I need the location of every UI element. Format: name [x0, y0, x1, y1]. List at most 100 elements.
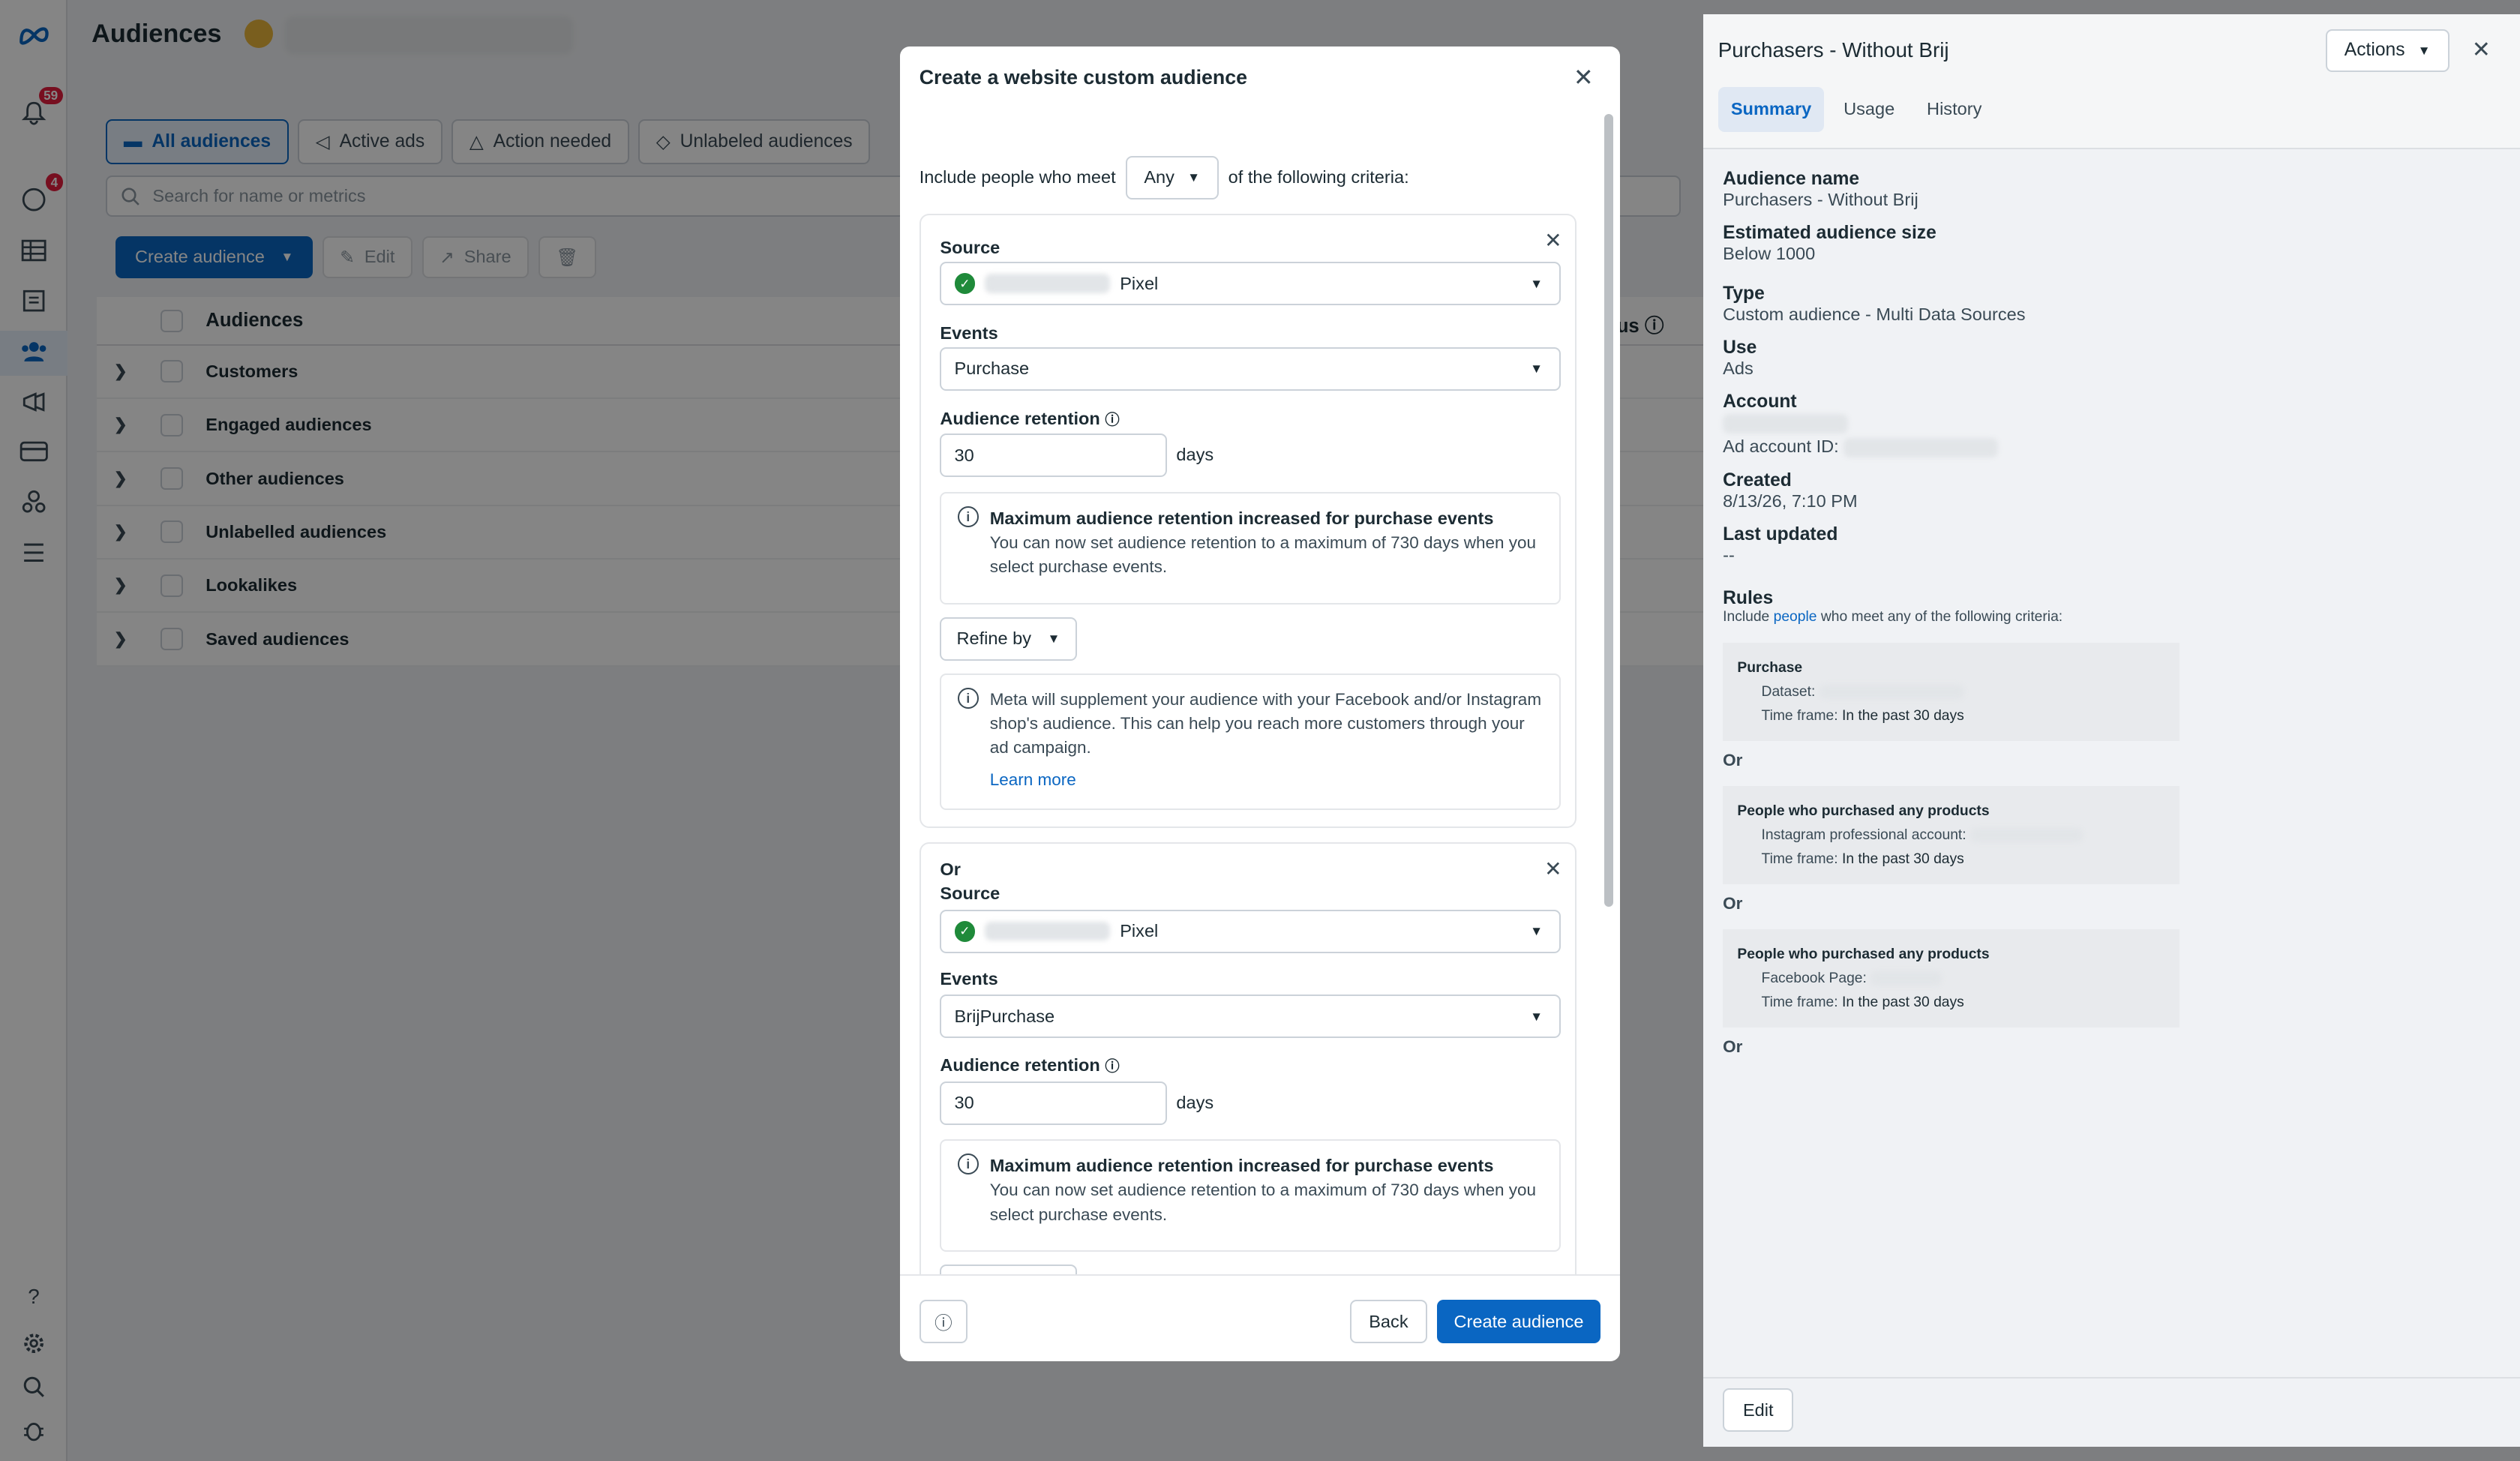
info-icon[interactable]: ⓘ [1105, 1059, 1119, 1075]
panel-body: Audience name Purchasers - Without Brij … [1703, 149, 2520, 1076]
caret-down-icon: ▼ [1530, 923, 1544, 939]
supplement-text: Meta will supplement your audience with … [989, 689, 1542, 758]
notice-body: You can now set audience retention to a … [989, 532, 1537, 576]
use-label: Use [1723, 337, 1757, 358]
caret-down-icon: ▼ [1530, 1008, 1544, 1024]
or-separator: Or [1723, 894, 1743, 913]
caret-down-icon: ▼ [1187, 170, 1201, 185]
notice-body: You can now set audience retention to a … [989, 1180, 1537, 1224]
question-icon: ⓘ [934, 1313, 952, 1334]
retention-label: Audience retention ⓘ [940, 1054, 1119, 1076]
dialog-footer: ⓘ Back Create audience [900, 1274, 1620, 1361]
rule-timeframe: In the past 30 days [1841, 850, 1964, 867]
panel-title: Purchasers - Without Brij [1718, 38, 1949, 62]
retention-notice: i Maximum audience retention increased f… [940, 491, 1561, 604]
refine-by-button[interactable]: Refine by ▼ [940, 1264, 1077, 1275]
source-select[interactable]: ✓ Pixel ▼ [940, 909, 1561, 953]
remove-criteria-icon[interactable]: ✕ [1544, 856, 1562, 881]
rules-suffix: who meet any of the following criteria: [1820, 608, 2063, 625]
audience-size-label: Estimated audience size [1723, 223, 1936, 244]
criteria-suffix: of the following criteria: [1228, 167, 1409, 188]
events-value: Purchase [954, 358, 1030, 379]
rule-timeframe-label: Time frame: [1761, 994, 1838, 1010]
use-value: Ads [1723, 358, 1754, 378]
events-select[interactable]: BrijPurchase ▼ [940, 994, 1561, 1039]
actions-label: Actions [2344, 40, 2405, 61]
close-icon[interactable]: ✕ [2472, 37, 2491, 63]
rule-card: People who purchased any products Instag… [1723, 786, 2180, 885]
rule-card: Purchase Dataset: Time frame: In the pas… [1723, 643, 2180, 742]
redacted-instagram-account [1970, 828, 2083, 843]
account-label: Account [1723, 392, 1797, 412]
or-separator: Or [1723, 751, 1743, 770]
info-icon[interactable]: ⓘ [1105, 412, 1119, 428]
create-custom-audience-dialog: Create a website custom audience ✕ Inclu… [900, 46, 1620, 1361]
tab-history[interactable]: History [1914, 87, 1995, 132]
rules-prefix: Include [1723, 608, 1770, 625]
ad-account-id: Ad account ID: [1723, 436, 2500, 458]
audience-name-label: Audience name [1723, 168, 1860, 189]
actions-button[interactable]: Actions ▼ [2325, 28, 2450, 73]
days-label: days [1176, 445, 1214, 465]
retention-days-input[interactable]: 30 [940, 1081, 1167, 1125]
type-value: Custom audience - Multi Data Sources [1723, 304, 2026, 324]
criteria-prefix: Include people who meet [919, 167, 1116, 188]
redacted-ad-account-id [1844, 437, 1998, 458]
created-value: 8/13/26, 7:10 PM [1723, 490, 1858, 511]
or-label: Or [940, 860, 961, 880]
info-icon: i [957, 687, 979, 709]
tab-usage[interactable]: Usage [1831, 87, 1907, 132]
remove-criteria-icon[interactable]: ✕ [1544, 228, 1562, 253]
edit-audience-button[interactable]: Edit [1723, 1388, 1794, 1432]
people-link[interactable]: people [1774, 609, 1817, 625]
redacted-dataset [1819, 685, 1964, 700]
caret-down-icon: ▼ [1530, 361, 1544, 376]
events-value: BrijPurchase [954, 1006, 1055, 1026]
retention-label-text: Audience retention [940, 409, 1100, 429]
notice-title: Maximum audience retention increased for… [989, 508, 1494, 528]
back-button[interactable]: Back [1350, 1300, 1427, 1344]
dialog-title: Create a website custom audience [919, 65, 1248, 88]
events-label: Events [940, 322, 998, 343]
redacted-pixel-name [985, 274, 1111, 293]
tab-summary[interactable]: Summary [1718, 86, 1825, 132]
match-type-value: Any [1144, 167, 1174, 188]
checkmark-icon: ✓ [954, 273, 976, 294]
rule-card: People who purchased any products Facebo… [1723, 929, 2180, 1028]
retention-days-input[interactable]: 30 [940, 434, 1167, 478]
source-label: Source [940, 884, 1000, 904]
criteria-card: Or ✕ Source ✓ Pixel ▼ Events BrijPurchas… [919, 842, 1577, 1275]
help-button[interactable]: ⓘ [919, 1300, 968, 1344]
source-select[interactable]: ✓ Pixel ▼ [940, 262, 1561, 305]
create-audience-submit-button[interactable]: Create audience [1436, 1300, 1601, 1344]
rule-timeframe-label: Time frame: [1761, 707, 1838, 724]
close-icon[interactable]: ✕ [1574, 63, 1594, 92]
rule-timeframe: In the past 30 days [1841, 707, 1964, 724]
rules-description: Include people who meet any of the follo… [1723, 609, 2500, 626]
refine-by-button[interactable]: Refine by ▼ [940, 616, 1077, 661]
criteria-card: Source ✕ ✓ Pixel ▼ Events Purchase ▼ Aud… [919, 213, 1577, 828]
account-value [1723, 412, 2500, 434]
caret-down-icon: ▼ [1530, 275, 1544, 291]
info-icon: i [957, 506, 979, 527]
match-type-select[interactable]: Any ▼ [1125, 155, 1219, 200]
last-updated-label: Last updated [1723, 524, 1838, 544]
rule-timeframe-label: Time frame: [1761, 850, 1838, 867]
retention-notice: i Maximum audience retention increased f… [940, 1139, 1561, 1252]
type-label: Type [1723, 283, 1765, 304]
events-label: Events [940, 968, 998, 988]
ad-account-label: Ad account ID: [1723, 436, 1839, 457]
source-label: Source [940, 237, 1000, 257]
notice-title: Maximum audience retention increased for… [989, 1156, 1494, 1176]
caret-down-icon: ▼ [2417, 42, 2431, 58]
panel-footer: Edit [1703, 1377, 2520, 1447]
created-label: Created [1723, 470, 1792, 490]
panel-header: Purchasers - Without Brij Actions ▼ ✕ Su… [1703, 14, 2520, 150]
rule-title: People who purchased any products [1737, 946, 1990, 962]
rules-label: Rules [1723, 587, 1774, 608]
events-select[interactable]: Purchase ▼ [940, 346, 1561, 391]
days-label: days [1176, 1092, 1214, 1112]
retention-label: Audience retention ⓘ [940, 408, 1119, 429]
audience-name-value: Purchasers - Without Brij [1723, 189, 1918, 209]
learn-more-link[interactable]: Learn more [990, 768, 1076, 792]
